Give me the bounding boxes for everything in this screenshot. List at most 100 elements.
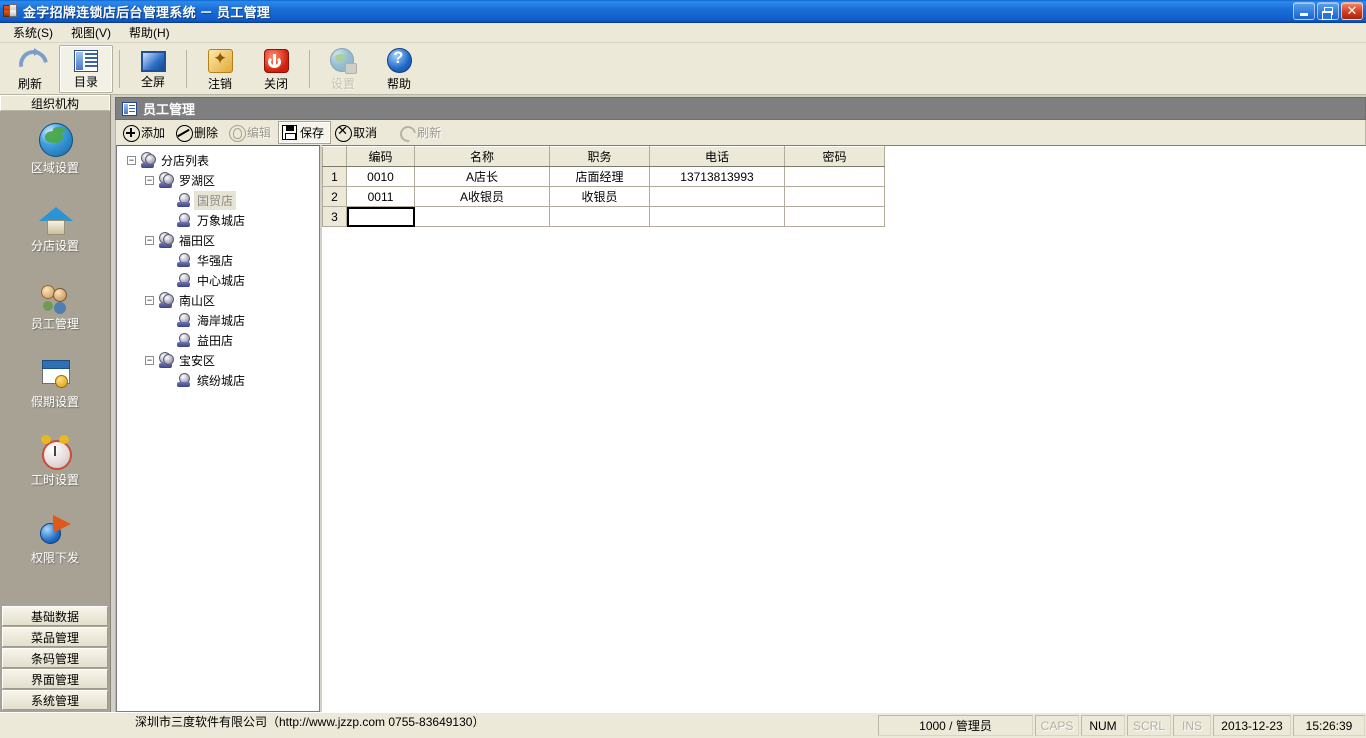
cell-name[interactable]: A店长 [414,166,550,187]
table-row[interactable]: 1 0010 A店长 店面经理 13713813993 [322,166,885,187]
cell-name[interactable] [414,206,550,227]
people-icon [37,277,73,313]
alarm-clock-icon [37,433,73,470]
tree-node-label: 缤纷城店 [197,373,246,388]
collapse-toggle-icon[interactable]: − [127,155,136,165]
cell-phone[interactable] [649,186,785,207]
employee-grid: 编码 名称 职务 电话 密码 1 0010 A店长 店面经理 137138139… [322,146,885,227]
toolbar-refresh-button[interactable]: 刷新 [3,45,57,93]
toolbar-fullscreen-label: 全屏 [140,75,165,89]
status-num: NUM [1081,715,1125,736]
toolbar-catalog-button[interactable]: 目录 [59,45,113,93]
menu-system[interactable]: 系统(S) [4,22,62,43]
table-row[interactable]: 3 [322,206,885,227]
tree-node-yitian[interactable]: 益田店 [123,330,319,350]
sidebar-item-branch-settings[interactable]: 分店设置 [0,199,110,254]
sidebar-button-ui-management[interactable]: 界面管理 [2,669,108,689]
sidebar-button-system-management[interactable]: 系统管理 [2,690,108,710]
row-header[interactable]: 3 [322,206,347,227]
cell-duty[interactable]: 收银员 [549,186,650,207]
store-icon [175,192,191,208]
close-button[interactable]: ✕ [1341,2,1363,20]
column-header-password[interactable]: 密码 [784,146,885,167]
sidebar-button-basic-data[interactable]: 基础数据 [2,606,108,626]
tree-node-wanxiangcheng[interactable]: 万象城店 [123,210,319,230]
cell-password[interactable] [784,166,885,187]
status-caps: CAPS [1035,715,1079,736]
body-container: 组织机构 区域设置 分店设置 员工管理 假期设置 工时设置 权限下发 基础数据 … [0,95,1366,712]
tree-node-label: 南山区 [179,293,216,308]
edit-button: 编辑 [225,121,278,144]
sidebar-button-dish-management[interactable]: 菜品管理 [2,627,108,647]
catalog-icon [74,50,98,72]
cell-password[interactable] [784,186,885,207]
sidebar-item-permission-dispatch[interactable]: 权限下发 [0,511,110,566]
tree-node-guomao[interactable]: 国贸店 [123,190,319,210]
menu-view[interactable]: 视图(V) [62,22,120,43]
tree-node-baoan[interactable]: − 宝安区 [123,350,319,370]
collapse-toggle-icon[interactable]: − [145,235,154,245]
cell-name[interactable]: A收银员 [414,186,550,207]
row-header[interactable]: 2 [322,186,347,207]
house-icon [37,199,73,235]
tree-node-branch-list[interactable]: − 分店列表 [123,150,319,170]
branch-tree[interactable]: − 分店列表 − 罗湖区 国贸店 万象城店 − 福田区 华强店 中心城店 − 南… [116,145,320,712]
cell-duty[interactable] [549,206,650,227]
cell-phone[interactable]: 13713813993 [649,166,785,187]
sidebar-item-label: 假期设置 [30,395,79,409]
refresh-icon [15,47,45,74]
toolbar-help-button[interactable]: 帮助 [372,45,426,93]
tree-node-zhongxincheng[interactable]: 中心城店 [123,270,319,290]
menu-help[interactable]: 帮助(H) [120,22,179,43]
sidebar-item-area-settings[interactable]: 区域设置 [0,121,110,176]
power-icon [261,47,291,74]
sidebar-items: 区域设置 分店设置 员工管理 假期设置 工时设置 权限下发 [0,111,110,605]
collapse-toggle-icon[interactable]: − [145,295,154,305]
minimize-button[interactable] [1293,2,1315,20]
employee-grid-pane[interactable]: 编码 名称 职务 电话 密码 1 0010 A店长 店面经理 137138139… [322,145,1366,712]
status-bar: 深圳市三度软件有限公司（http://www.jzzp.com 0755-836… [0,712,1366,738]
tree-node-huaqiang[interactable]: 华强店 [123,250,319,270]
cell-code[interactable]: 0010 [346,166,415,187]
cell-duty[interactable]: 店面经理 [549,166,650,187]
maximize-restore-button[interactable] [1317,2,1339,20]
column-header-code[interactable]: 编码 [346,146,415,167]
save-button[interactable]: 保存 [278,121,332,144]
column-header-phone[interactable]: 电话 [649,146,785,167]
row-header[interactable]: 1 [322,166,347,187]
save-button-label: 保存 [300,126,325,140]
collapse-toggle-icon[interactable]: − [145,355,154,365]
toolbar-help-label: 帮助 [386,76,411,91]
sidebar-item-worktime-settings[interactable]: 工时设置 [0,433,110,488]
tree-node-nanshan[interactable]: − 南山区 [123,290,319,310]
store-icon [175,312,191,328]
cell-code[interactable]: 0011 [346,186,415,207]
toolbar-fullscreen-button[interactable]: 全屏 [126,45,180,93]
tree-node-label: 罗湖区 [179,173,216,188]
toolbar-close-button[interactable]: 关闭 [249,45,303,93]
column-header-name[interactable]: 名称 [414,146,550,167]
sidebar-button-barcode-management[interactable]: 条码管理 [2,648,108,668]
store-icon [175,272,191,288]
sidebar-item-employee-management[interactable]: 员工管理 [0,277,110,332]
sidebar-item-holiday-settings[interactable]: 假期设置 [0,355,110,410]
sidebar-item-label: 区域设置 [30,161,79,175]
column-header-duty[interactable]: 职务 [549,146,650,167]
cell-password[interactable] [784,206,885,227]
cancel-button[interactable]: 取消 [331,121,384,144]
tree-node-futian[interactable]: − 福田区 [123,230,319,250]
cell-code-active[interactable] [346,206,415,227]
add-button[interactable]: 添加 [119,121,172,144]
table-row[interactable]: 2 0011 A收银员 收银员 [322,186,885,207]
status-company-text: 深圳市三度软件有限公司（http://www.jzzp.com 0755-836… [135,715,485,729]
tree-node-haiancheng[interactable]: 海岸城店 [123,310,319,330]
cell-phone[interactable] [649,206,785,227]
toolbar-logout-button[interactable]: 注销 [193,45,247,93]
collapse-toggle-icon[interactable]: − [145,175,154,185]
delete-button[interactable]: 删除 [172,121,225,144]
tree-node-binfencheng[interactable]: 缤纷城店 [123,370,319,390]
sidebar-item-label: 权限下发 [30,551,79,565]
tree-node-label: 国贸店 [194,190,237,210]
edit-button-label: 编辑 [247,126,272,140]
tree-node-luohu[interactable]: − 罗湖区 [123,170,319,190]
